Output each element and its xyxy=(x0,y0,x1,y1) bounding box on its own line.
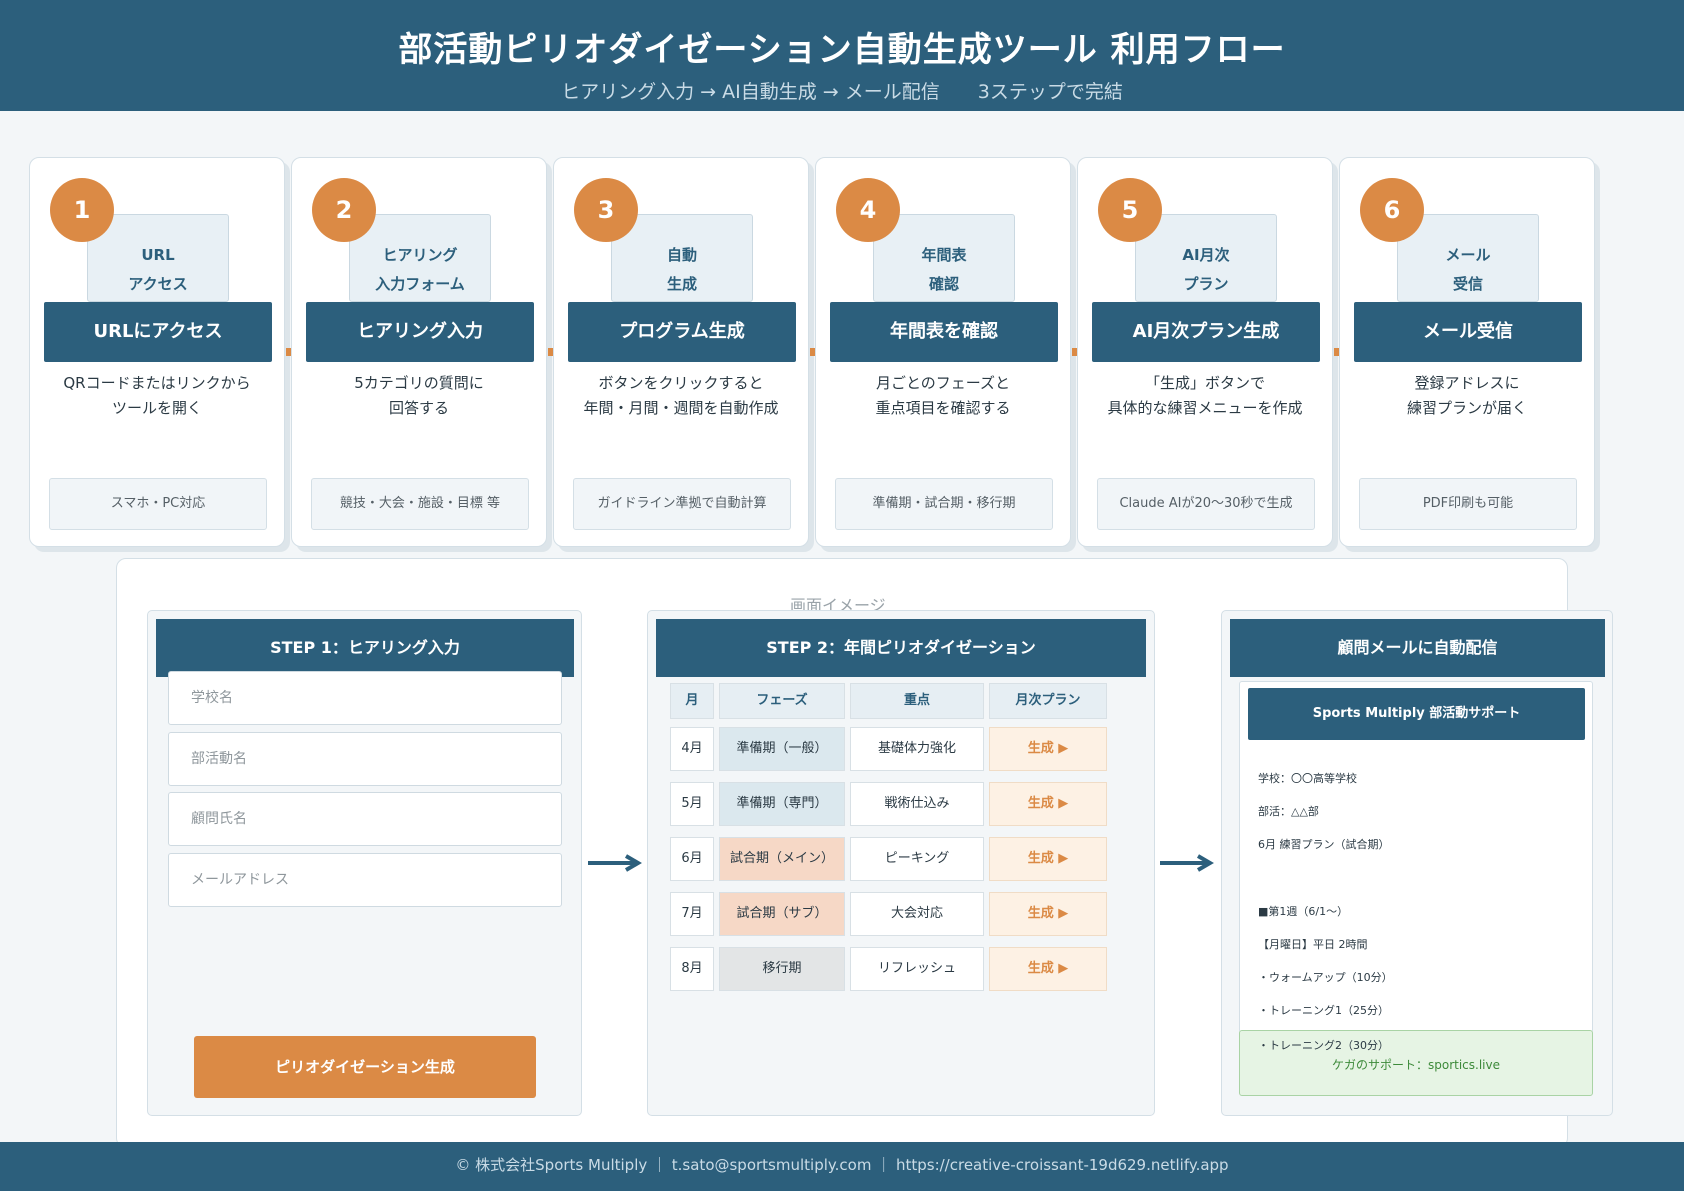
step-tag: PDF印刷も可能 xyxy=(1359,478,1577,530)
step-description: 登録アドレスに 練習プランが届く xyxy=(1406,374,1527,417)
step2-mockup: STEP 2：年間ピリオダイゼーション 月 フェーズ 重点 月次プラン 4月 準… xyxy=(647,610,1155,1116)
step2-title: STEP 2：年間ピリオダイゼーション xyxy=(656,619,1146,677)
table-header-month: 月 xyxy=(670,683,714,719)
table-cell-month: 4月 xyxy=(670,727,714,771)
page-title: 部活動ピリオダイゼーション自動生成ツール 利用フロー xyxy=(398,30,1286,70)
mail-line: 学校：〇〇高等学校 xyxy=(1258,772,1357,785)
page-footer: © 株式会社Sports Multiply ｜ t.sato@sportsmul… xyxy=(0,1142,1684,1191)
step-card-5: AI月次 プラン 5 AI月次プラン生成 「生成」ボタンで 具体的な練習メニューを… xyxy=(1077,157,1333,547)
club-name-field[interactable]: 部活動名 xyxy=(168,732,562,786)
step-description: ボタンをクリックすると 年間・月間・週間を自動作成 xyxy=(583,374,779,417)
step-description: 月ごとのフェーズと 重点項目を確認する xyxy=(875,374,1011,417)
table-cell-focus: 戦術仕込み xyxy=(850,782,984,826)
step-label: 年間表を確認 xyxy=(830,302,1058,362)
mail-line: ・ウォームアップ（10分） xyxy=(1258,971,1393,984)
table-cell-phase: 試合期（メイン） xyxy=(719,837,845,881)
table-cell-month: 5月 xyxy=(670,782,714,826)
step-label: AI月次プラン生成 xyxy=(1092,302,1320,362)
step-number-badge: 6 xyxy=(1360,178,1424,242)
mail-preview: Sports Multiply 部活動サポート 学校：〇〇高等学校 部活：△△部… xyxy=(1239,681,1593,1033)
step-number-badge: 1 xyxy=(50,178,114,242)
generate-plan-button[interactable]: 生成 ▶ xyxy=(989,837,1107,881)
step-label: メール受信 xyxy=(1354,302,1582,362)
step-number-badge: 2 xyxy=(312,178,376,242)
table-cell-month: 6月 xyxy=(670,837,714,881)
generate-plan-button[interactable]: 生成 ▶ xyxy=(989,892,1107,936)
generate-plan-button[interactable]: 生成 ▶ xyxy=(989,947,1107,991)
step-description: QRコードまたはリンクから ツールを開く xyxy=(63,374,251,417)
mail-line: 6月 練習プラン（試合期） xyxy=(1258,838,1390,851)
step-card-3: 自動 生成 3 プログラム生成 ボタンをクリックすると 年間・月間・週間を自動作成… xyxy=(553,157,809,547)
table-cell-month: 7月 xyxy=(670,892,714,936)
page-header: 部活動ピリオダイゼーション自動生成ツール 利用フロー ヒアリング入力 → AI自… xyxy=(0,0,1684,111)
email-field[interactable]: メールアドレス xyxy=(168,853,562,907)
table-header-phase: フェーズ xyxy=(719,683,845,719)
support-link[interactable]: ケガのサポート：sportics.live xyxy=(1240,1056,1592,1073)
table-cell-focus: リフレッシュ xyxy=(850,947,984,991)
step-card-6: メール 受信 6 メール受信 登録アドレスに 練習プランが届く PDF印刷も可能 xyxy=(1339,157,1595,547)
step-label: プログラム生成 xyxy=(568,302,796,362)
school-name-field[interactable]: 学校名 xyxy=(168,671,562,725)
step-tag: 準備期・試合期・移行期 xyxy=(835,478,1053,530)
page-subtitle: ヒアリング入力 → AI自動生成 → メール配信 3ステップで完結 xyxy=(561,81,1123,103)
step-card-4: 年間表 確認 4 年間表を確認 月ごとのフェーズと 重点項目を確認する 準備期・試… xyxy=(815,157,1071,547)
table-cell-focus: ピーキング xyxy=(850,837,984,881)
generate-plan-button[interactable]: 生成 ▶ xyxy=(989,782,1107,826)
table-cell-phase: 準備期（一般） xyxy=(719,727,845,771)
table-cell-phase: 試合期（サブ） xyxy=(719,892,845,936)
mail-line: 【月曜日】平日 2時間 xyxy=(1258,938,1368,951)
mail-line: ・トレーニング2（30分） xyxy=(1258,1039,1389,1052)
mail-mockup: 顧問メールに自動配信 Sports Multiply 部活動サポート 学校：〇〇… xyxy=(1221,610,1613,1116)
periodization-generate-button[interactable]: ピリオダイゼーション生成 xyxy=(194,1036,536,1098)
mail-line: ■第1週（6/1〜） xyxy=(1258,905,1349,918)
step-label: URLにアクセス xyxy=(44,302,272,362)
mail-delivery-title: 顧問メールに自動配信 xyxy=(1230,619,1605,677)
mail-footer-note: ・トレーニング2（30分） ケガのサポート：sportics.live xyxy=(1239,1030,1593,1096)
step-tag: 競技・大会・施設・目標 等 xyxy=(311,478,529,530)
step-description: 「生成」ボタンで 具体的な練習メニューを作成 xyxy=(1107,374,1303,417)
advisor-name-field[interactable]: 顧問氏名 xyxy=(168,792,562,846)
table-cell-month: 8月 xyxy=(670,947,714,991)
flow-arrow-icon xyxy=(1160,854,1214,872)
step1-title: STEP 1：ヒアリング入力 xyxy=(156,619,574,677)
mail-line: 部活：△△部 xyxy=(1258,805,1319,818)
step1-mockup: STEP 1：ヒアリング入力 学校名 部活動名 顧問氏名 メールアドレス ピリオ… xyxy=(147,610,582,1116)
mail-header: Sports Multiply 部活動サポート xyxy=(1248,688,1585,740)
step-label: ヒアリング入力 xyxy=(306,302,534,362)
step-tag: Claude AIが20〜30秒で生成 xyxy=(1097,478,1315,530)
step-tag: スマホ・PC対応 xyxy=(49,478,267,530)
table-cell-focus: 基礎体力強化 xyxy=(850,727,984,771)
generate-plan-button[interactable]: 生成 ▶ xyxy=(989,727,1107,771)
step-number-badge: 5 xyxy=(1098,178,1162,242)
table-header-plan: 月次プラン xyxy=(989,683,1107,719)
table-cell-phase: 移行期 xyxy=(719,947,845,991)
step-number-badge: 3 xyxy=(574,178,638,242)
step-number-badge: 4 xyxy=(836,178,900,242)
flow-arrow-icon xyxy=(588,854,642,872)
table-cell-focus: 大会対応 xyxy=(850,892,984,936)
mail-line: ・トレーニング1（25分） xyxy=(1258,1004,1389,1017)
step-tag: ガイドライン準拠で自動計算 xyxy=(573,478,791,530)
step-card-2: ヒアリング 入力フォーム 2 ヒアリング入力 5カテゴリの質問に 回答する 競技・… xyxy=(291,157,547,547)
table-header-focus: 重点 xyxy=(850,683,984,719)
step-card-1: URL アクセス 1 URLにアクセス QRコードまたはリンクから ツールを開く … xyxy=(29,157,285,547)
table-cell-phase: 準備期（専門） xyxy=(719,782,845,826)
step-description: 5カテゴリの質問に 回答する xyxy=(354,374,484,417)
